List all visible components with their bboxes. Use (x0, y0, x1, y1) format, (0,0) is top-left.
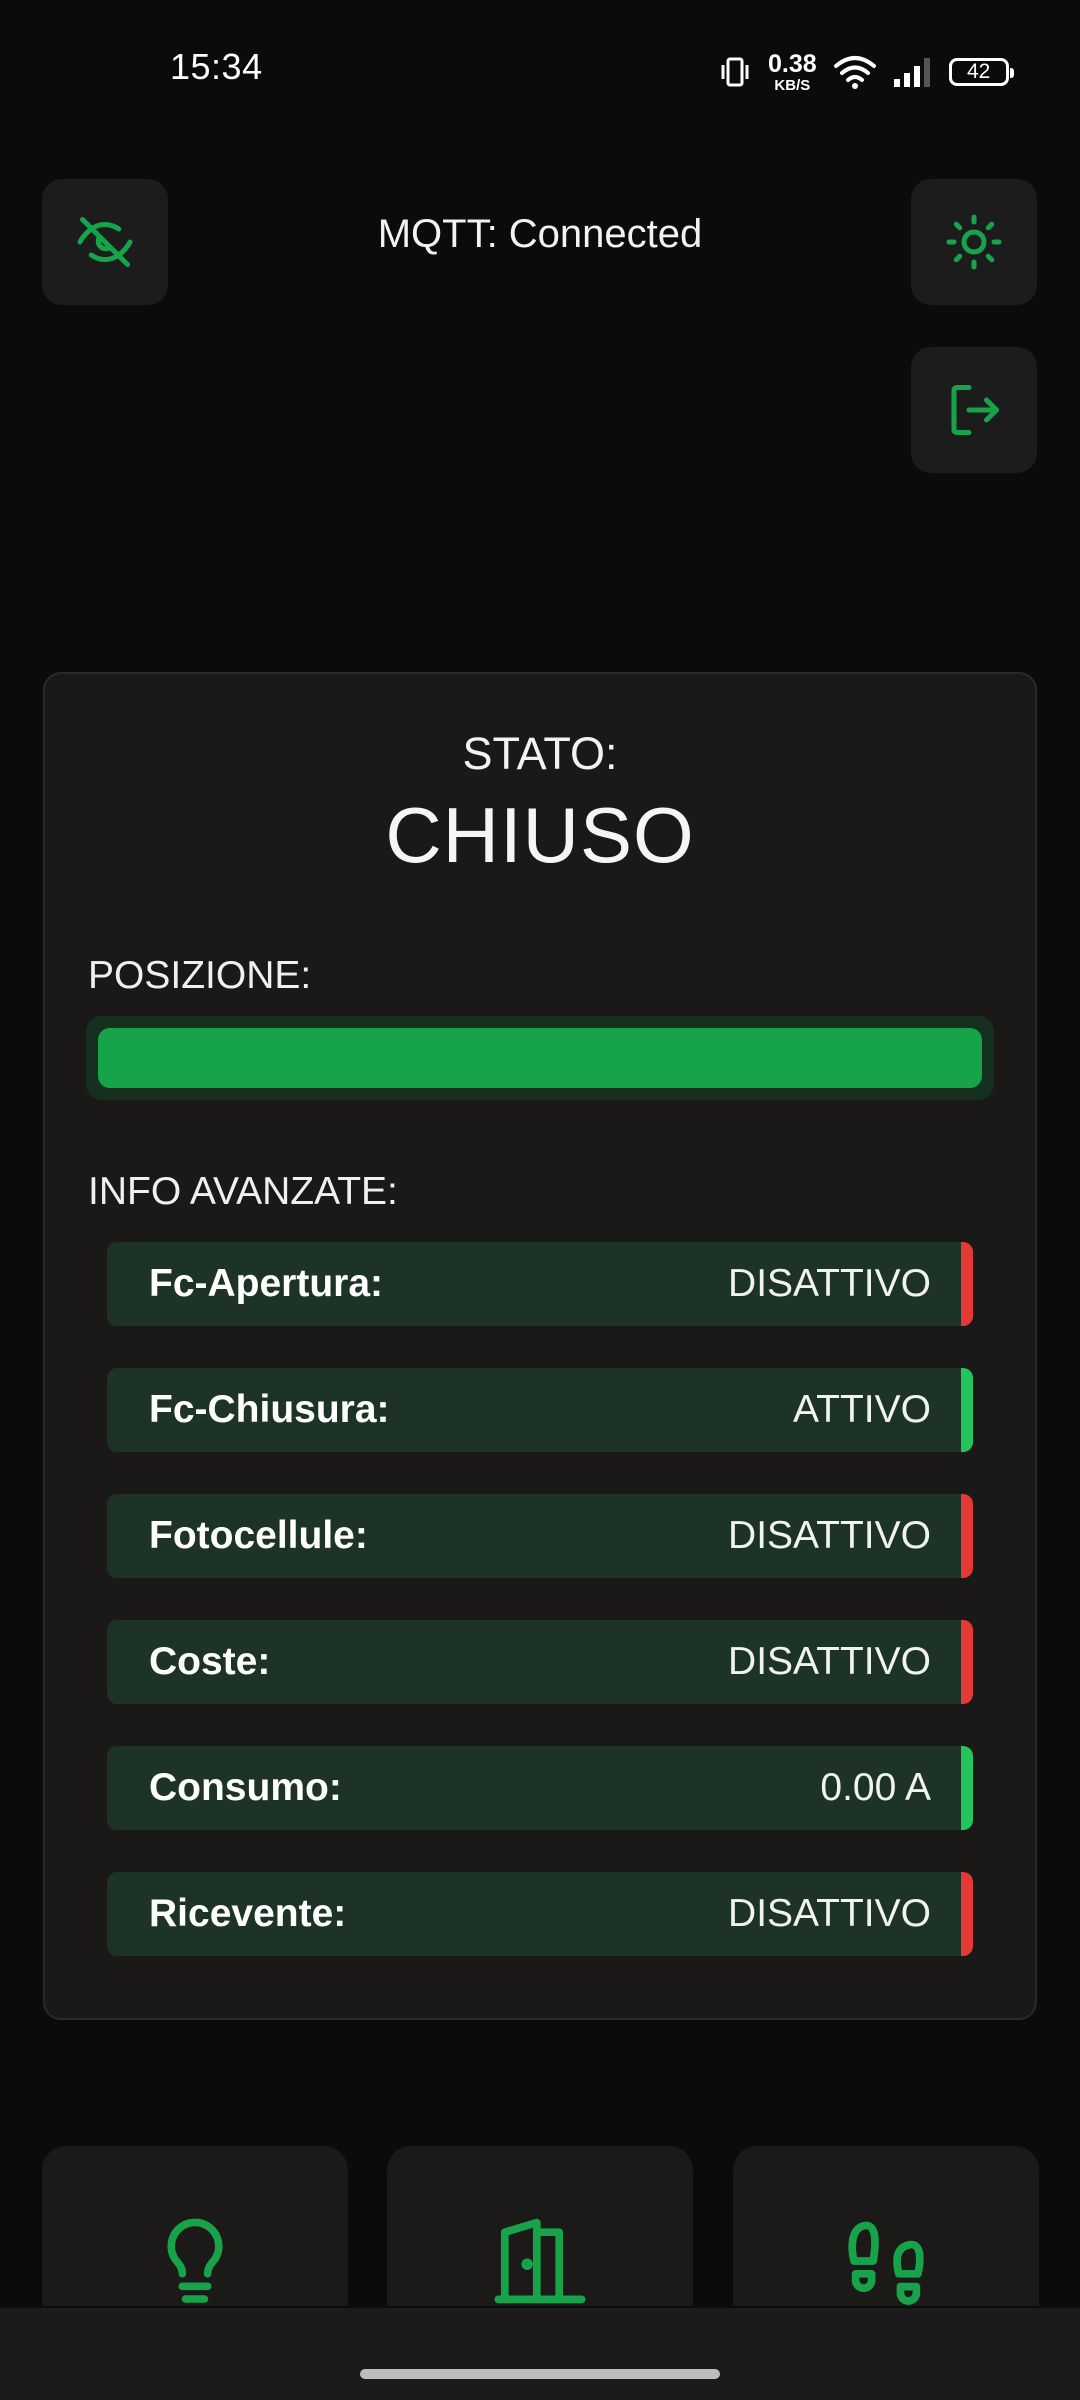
info-row-fc-apertura: Fc-Apertura: DISATTIVO (107, 1242, 973, 1326)
info-row-label: Coste: (149, 1640, 271, 1683)
system-nav-bar (0, 2308, 1080, 2400)
sun-icon (946, 214, 1002, 270)
info-avanzate-label: INFO AVANZATE: (88, 1170, 398, 1213)
status-indicator-bar (961, 1746, 973, 1830)
info-row-coste: Coste: DISATTIVO (107, 1620, 973, 1704)
status-indicator-bar (961, 1242, 973, 1326)
posizione-label: POSIZIONE: (88, 954, 312, 997)
network-speed-value: 0.38 (768, 49, 817, 78)
network-speed-unit: KB/S (774, 76, 811, 94)
light-button[interactable] (42, 2146, 348, 2306)
info-row-label: Fotocellule: (149, 1514, 368, 1557)
status-indicator-bar (961, 1368, 973, 1452)
info-row-value: DISATTIVO (728, 1514, 931, 1557)
info-row-value: DISATTIVO (728, 1640, 931, 1683)
gate-button[interactable] (387, 2146, 693, 2306)
position-progress-bar (86, 1016, 994, 1100)
info-row-value: DISATTIVO (728, 1262, 931, 1305)
network-speed: 0.38 KB/S (768, 49, 817, 94)
logout-button[interactable] (911, 347, 1037, 473)
signal-icon (893, 58, 930, 87)
info-row-value: DISATTIVO (728, 1892, 931, 1935)
logout-icon (951, 385, 999, 435)
wifi-icon (833, 56, 876, 89)
theme-button[interactable] (911, 179, 1037, 305)
info-row-label: Consumo: (149, 1766, 342, 1809)
status-indicator-bar (961, 1872, 973, 1956)
status-indicator-bar (961, 1620, 973, 1704)
battery-indicator: 42 (948, 58, 1014, 86)
info-row-ricevente: Ricevente: DISATTIVO (107, 1872, 973, 1956)
vibrate-icon (721, 57, 749, 87)
info-row-label: Fc-Chiusura: (149, 1388, 390, 1431)
info-row-fotocellule: Fotocellule: DISATTIVO (107, 1494, 973, 1578)
footsteps-icon (848, 2221, 924, 2305)
info-row-fc-chiusura: Fc-Chiusura: ATTIVO (107, 1368, 973, 1452)
info-row-consumo: Consumo: 0.00 A (107, 1746, 973, 1830)
stato-label: STATO: (462, 728, 618, 779)
status-time: 15:34 (170, 46, 263, 87)
pedestrian-button[interactable] (733, 2146, 1039, 2306)
info-row-label: Fc-Apertura: (149, 1262, 384, 1305)
status-icons: 0.38 KB/S 42 (718, 49, 1014, 94)
status-indicator-bar (961, 1494, 973, 1578)
info-row-label: Ricevente: (149, 1892, 347, 1935)
info-row-value: 0.00 A (820, 1766, 931, 1809)
stato-value: CHIUSO (385, 791, 695, 879)
door-icon (494, 2218, 586, 2304)
info-row-value: ATTIVO (793, 1388, 931, 1431)
home-indicator[interactable] (360, 2369, 720, 2379)
position-progress-fill (98, 1028, 982, 1088)
lightbulb-icon (167, 2218, 223, 2303)
